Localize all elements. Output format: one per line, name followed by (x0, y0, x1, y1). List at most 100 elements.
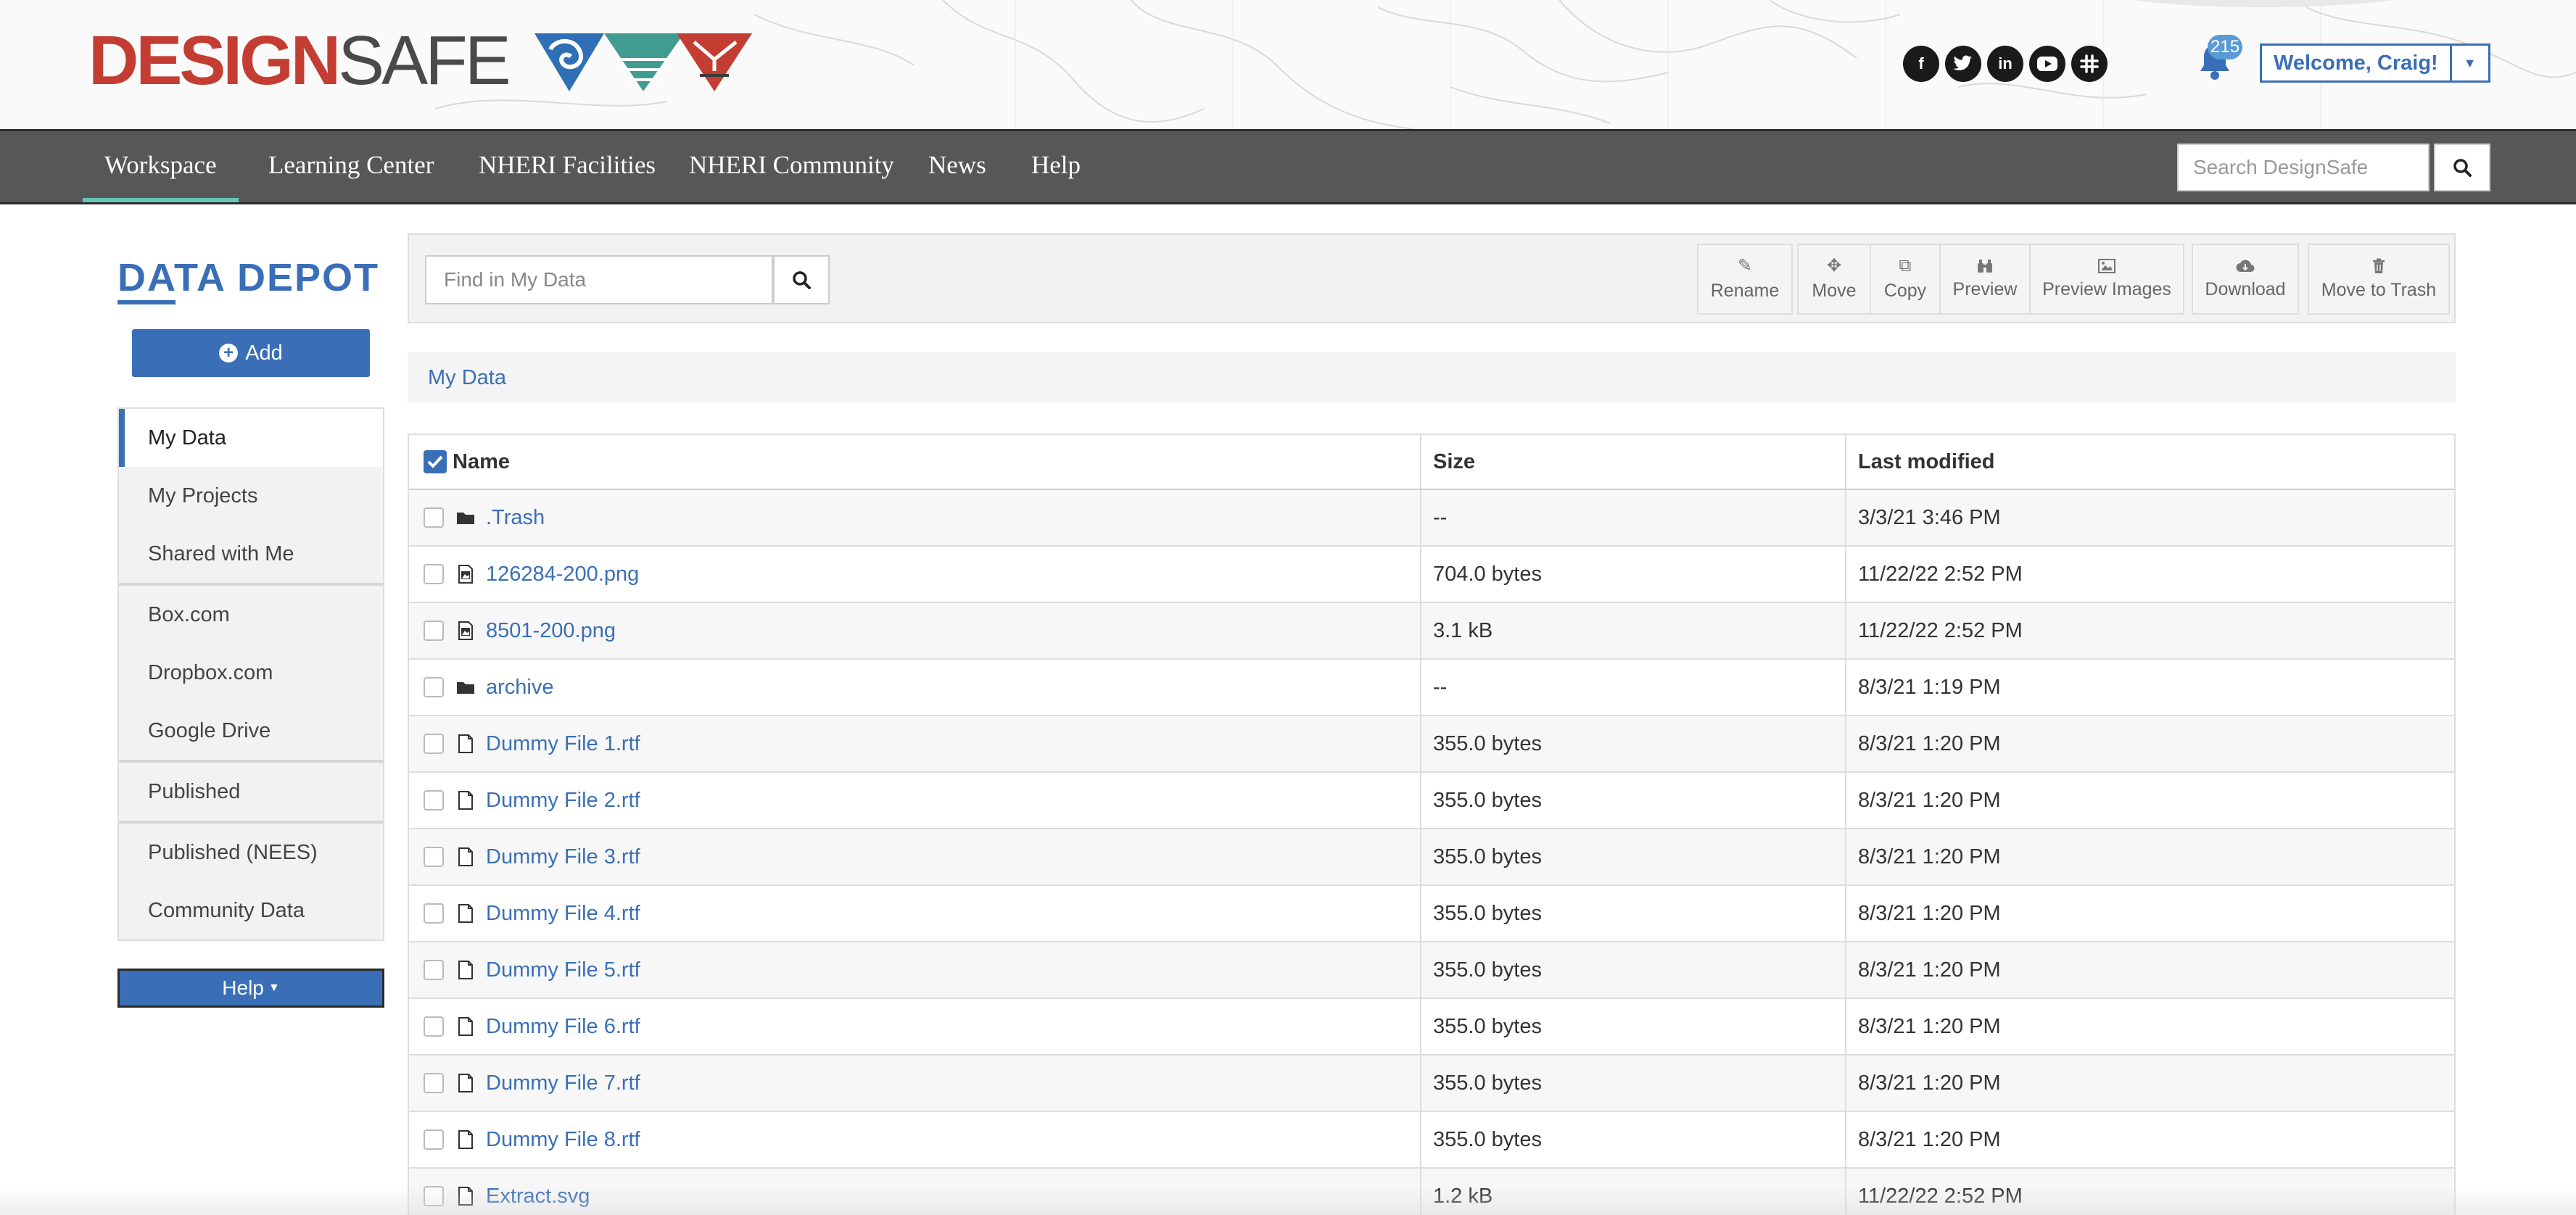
cell-size: 704.0 bytes (1421, 547, 1846, 602)
row-checkbox[interactable] (424, 1016, 444, 1037)
cell-size: 355.0 bytes (1421, 1056, 1846, 1111)
cell-size: 355.0 bytes (1421, 773, 1846, 828)
row-checkbox[interactable] (424, 903, 444, 924)
sidebar-item-my-projects[interactable]: My Projects (119, 467, 383, 525)
preview-images-button[interactable]: Preview Images (2029, 244, 2184, 315)
file-name-link[interactable]: Dummy File 5.rtf (486, 958, 640, 982)
welcome-label[interactable]: Welcome, Craig! (2262, 46, 2452, 80)
caret-down-icon: ▼ (268, 982, 280, 994)
find-in-data-input[interactable]: Find in My Data (425, 255, 773, 304)
help-dropdown-button[interactable]: Help ▼ (117, 969, 384, 1008)
table-row[interactable]: Dummy File 5.rtf 355.0 bytes 8/3/21 1:20 P… (409, 942, 2454, 999)
move-button[interactable]: ✥ Move (1797, 244, 1871, 315)
file-icon (458, 734, 473, 753)
column-header-name[interactable]: Name (409, 435, 1421, 489)
nav-item-nheri-community[interactable]: NHERI Community (667, 131, 916, 202)
pencil-icon: ✎ (1737, 255, 1753, 275)
move-arrows-icon: ✥ (1826, 255, 1842, 275)
row-checkbox[interactable] (424, 847, 444, 867)
file-icon (458, 1017, 473, 1036)
row-checkbox[interactable] (424, 1073, 444, 1093)
preview-button[interactable]: Preview (1939, 244, 2031, 315)
file-name-link[interactable]: .Trash (486, 506, 545, 530)
file-name-link[interactable]: 8501-200.png (486, 619, 616, 643)
sidebar-item-dropbox[interactable]: Dropbox.com (119, 644, 383, 702)
search-icon (793, 271, 811, 289)
cell-last-modified: 8/3/21 1:20 PM (1858, 1127, 2001, 1151)
row-checkbox[interactable] (424, 677, 444, 697)
table-row[interactable]: .Trash -- 3/3/21 3:46 PM (409, 490, 2454, 547)
row-checkbox[interactable] (424, 507, 444, 528)
cell-last-modified: 11/22/22 2:52 PM (1858, 562, 2023, 586)
move-to-trash-button[interactable]: Move to Trash (2308, 244, 2450, 315)
search-icon (2453, 159, 2472, 177)
rename-button[interactable]: ✎ Rename (1697, 244, 1793, 315)
cell-last-modified: 3/3/21 3:46 PM (1858, 505, 2001, 529)
sidebar-item-my-data[interactable]: My Data (119, 409, 383, 467)
row-checkbox[interactable] (424, 1129, 444, 1150)
caret-down-icon[interactable]: ▼ (2452, 46, 2488, 80)
nav-item-workspace[interactable]: Workspace (83, 131, 239, 202)
logo-mark-icon (534, 33, 752, 91)
table-row[interactable]: 8501-200.png 3.1 kB 11/22/22 2:52 PM (409, 603, 2454, 660)
file-name-link[interactable]: Dummy File 1.rtf (486, 732, 640, 756)
file-icon (458, 847, 473, 866)
nav-item-nheri-facilities[interactable]: NHERI Facilities (457, 131, 677, 202)
facebook-icon[interactable]: f (1903, 46, 1939, 82)
nav-item-learning-center[interactable]: Learning Center (247, 131, 455, 202)
download-button[interactable]: Download (2192, 244, 2299, 315)
row-checkbox[interactable] (424, 734, 444, 754)
youtube-icon[interactable] (2029, 46, 2065, 82)
select-all-checkbox[interactable] (424, 450, 447, 473)
cell-size: 3.1 kB (1421, 603, 1846, 658)
row-checkbox[interactable] (424, 790, 444, 810)
nav-item-help[interactable]: Help (1010, 131, 1102, 202)
table-row[interactable]: Dummy File 8.rtf 355.0 bytes 8/3/21 1:20 P… (409, 1112, 2454, 1169)
designsafe-logo[interactable]: DESIGN SAFE (88, 26, 752, 96)
row-checkbox[interactable] (424, 960, 444, 980)
sidebar-item-box[interactable]: Box.com (119, 586, 383, 644)
cell-name: 8501-200.png (409, 603, 1421, 658)
file-name-link[interactable]: 126284-200.png (486, 563, 639, 586)
cell-size: 355.0 bytes (1421, 942, 1846, 998)
slack-icon[interactable] (2071, 46, 2108, 82)
linkedin-icon[interactable]: in (1987, 46, 2023, 82)
file-name-link[interactable]: Dummy File 8.rtf (486, 1128, 640, 1152)
file-name-link[interactable]: archive (486, 676, 554, 700)
social-links: f in (1903, 46, 2108, 82)
add-button[interactable]: + Add (132, 329, 370, 377)
table-row[interactable]: Dummy File 3.rtf 355.0 bytes 8/3/21 1:20 P… (409, 829, 2454, 886)
table-row[interactable]: Dummy File 7.rtf 355.0 bytes 8/3/21 1:20 P… (409, 1056, 2454, 1112)
sidebar-item-published[interactable]: Published (119, 763, 383, 821)
breadcrumb-my-data[interactable]: My Data (428, 352, 506, 403)
sidebar-item-community-data[interactable]: Community Data (119, 882, 383, 940)
sidebar-item-google-drive[interactable]: Google Drive (119, 702, 383, 760)
table-row[interactable]: Dummy File 1.rtf 355.0 bytes 8/3/21 1:20 P… (409, 716, 2454, 773)
site-search-button[interactable] (2434, 144, 2490, 191)
twitter-icon[interactable] (1945, 46, 1981, 82)
find-search-button[interactable] (773, 255, 830, 304)
table-row[interactable]: Dummy File 2.rtf 355.0 bytes 8/3/21 1:20 P… (409, 773, 2454, 829)
table-row[interactable]: Dummy File 6.rtf 355.0 bytes 8/3/21 1:20 P… (409, 999, 2454, 1056)
row-checkbox[interactable] (424, 621, 444, 641)
row-checkbox[interactable] (424, 564, 444, 584)
nav-item-news[interactable]: News (907, 131, 1008, 202)
copy-button[interactable]: ⧉ Copy (1870, 244, 1941, 315)
user-menu[interactable]: Welcome, Craig! ▼ (2260, 43, 2490, 83)
column-header-last-modified[interactable]: Last modified (1846, 435, 2454, 489)
table-row[interactable]: Dummy File 4.rtf 355.0 bytes 8/3/21 1:20 P… (409, 886, 2454, 942)
table-row[interactable]: archive -- 8/3/21 1:19 PM (409, 660, 2454, 716)
file-name-link[interactable]: Dummy File 4.rtf (486, 902, 640, 926)
file-name-link[interactable]: Dummy File 2.rtf (486, 789, 640, 813)
file-name-link[interactable]: Dummy File 6.rtf (486, 1015, 640, 1039)
sidebar-item-published-nees[interactable]: Published (NEES) (119, 824, 383, 882)
sidebar-nav: My Data My Projects Shared with Me Box.c… (117, 407, 384, 941)
column-header-size[interactable]: Size (1421, 435, 1846, 489)
cell-name: Dummy File 6.rtf (409, 999, 1421, 1054)
file-name-link[interactable]: Dummy File 3.rtf (486, 845, 640, 869)
site-search-input[interactable]: Search DesignSafe (2177, 144, 2430, 191)
sidebar-item-shared-with-me[interactable]: Shared with Me (119, 525, 383, 583)
file-name-link[interactable]: Dummy File 7.rtf (486, 1071, 640, 1095)
table-row[interactable]: 126284-200.png 704.0 bytes 11/22/22 2:52 P… (409, 547, 2454, 603)
cell-last-modified: 8/3/21 1:20 PM (1858, 1071, 2001, 1095)
